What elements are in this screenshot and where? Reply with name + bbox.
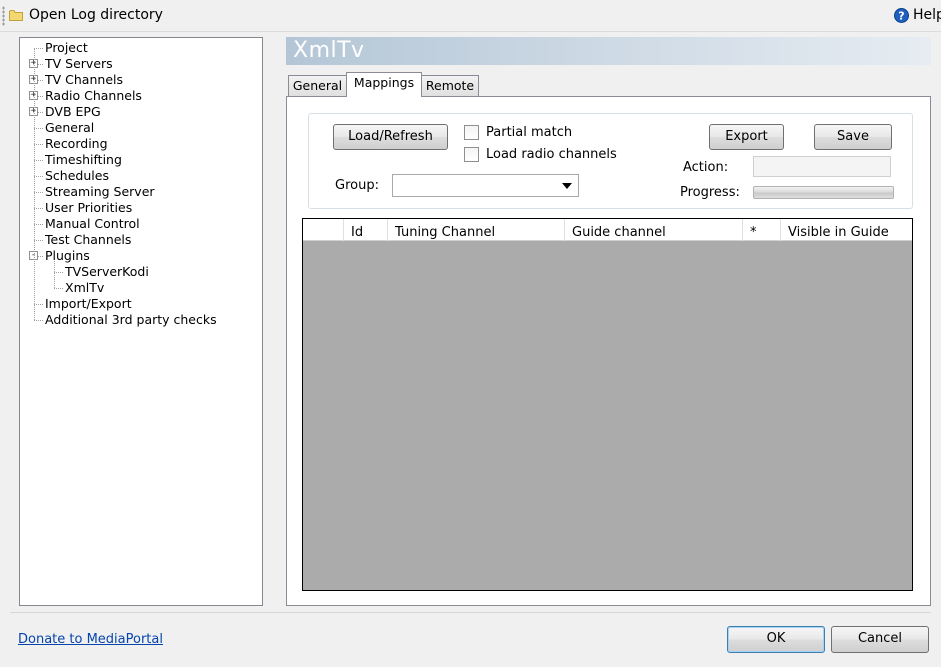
tree-connector (34, 144, 43, 145)
tree-connector (34, 160, 43, 161)
action-label: Action: (683, 160, 729, 175)
progress-label: Progress: (680, 185, 740, 200)
tree-item[interactable]: DVB EPG (45, 104, 101, 120)
grid-header: Id Tuning Channel Guide channel * Visibl… (303, 219, 912, 241)
tree-item[interactable]: Plugins (45, 248, 90, 264)
toolbar-grip[interactable] (2, 6, 5, 26)
tree-item[interactable]: TVServerKodi (65, 264, 149, 280)
load-refresh-button[interactable]: Load/Refresh (333, 124, 448, 150)
mappings-grid[interactable]: Id Tuning Channel Guide channel * Visibl… (302, 218, 913, 591)
folder-icon[interactable] (9, 9, 23, 21)
tree-connector (34, 128, 43, 129)
tree-connector (34, 208, 43, 209)
help-button[interactable]: Help (913, 7, 941, 23)
tree-item[interactable]: Project (45, 40, 88, 56)
action-field (753, 156, 891, 177)
export-button[interactable]: Export (709, 124, 784, 150)
column-header-tuning-channel[interactable]: Tuning Channel (388, 219, 565, 241)
tab-remote[interactable]: Remote (421, 75, 479, 97)
footer-divider (10, 612, 931, 613)
cancel-button[interactable]: Cancel (831, 626, 929, 653)
tree-item[interactable]: Additional 3rd party checks (45, 312, 217, 328)
partial-match-checkbox[interactable] (464, 125, 479, 140)
column-header-guide-channel[interactable]: Guide channel (565, 219, 743, 241)
tree-item[interactable]: TV Servers (45, 56, 113, 72)
tab-general[interactable]: General (288, 75, 347, 97)
tree-connector (34, 224, 43, 225)
group-label: Group: (335, 178, 379, 193)
tree-connector (34, 48, 43, 49)
load-radio-channels-checkbox[interactable] (464, 147, 479, 162)
tree-item[interactable]: Recording (45, 136, 108, 152)
tree-connector (54, 272, 63, 273)
tree-item[interactable]: Import/Export (45, 296, 132, 312)
tree-connector (54, 288, 63, 289)
tree-item[interactable]: User Priorities (45, 200, 132, 216)
tree-item[interactable]: TV Channels (45, 72, 123, 88)
tree-item[interactable]: Manual Control (45, 216, 140, 232)
tree-connector (34, 304, 43, 305)
svg-text:?: ? (898, 10, 904, 23)
tab-mappings[interactable]: Mappings (346, 72, 422, 97)
tree-item[interactable]: Radio Channels (45, 88, 142, 104)
column-header-visible-in-guide[interactable]: Visible in Guide (781, 219, 912, 241)
partial-match-label[interactable]: Partial match (486, 125, 572, 140)
tree-connector (34, 320, 43, 321)
tree-branch (54, 261, 55, 288)
settings-tree[interactable]: Project + TV Servers + TV Channels + Radio Cha… (19, 37, 263, 606)
tree-item[interactable]: Streaming Server (45, 184, 155, 200)
grid-row-header-column[interactable] (303, 219, 344, 241)
tree-item[interactable]: Schedules (45, 168, 109, 184)
tree-trunk (34, 48, 35, 320)
column-header-star[interactable]: * (743, 219, 781, 241)
plugin-header (286, 37, 931, 65)
progress-bar (753, 186, 894, 199)
tree-item[interactable]: Test Channels (45, 232, 131, 248)
save-button[interactable]: Save (814, 124, 892, 150)
group-dropdown[interactable] (392, 174, 579, 197)
tree-connector (34, 240, 43, 241)
tree-item[interactable]: Timeshifting (45, 152, 122, 168)
chevron-down-icon[interactable] (562, 183, 572, 189)
help-icon[interactable]: ? (894, 8, 909, 23)
tree-item[interactable]: General (45, 120, 94, 136)
tree-item[interactable]: XmlTv (65, 280, 104, 296)
ok-button[interactable]: OK (727, 626, 825, 653)
donate-link[interactable]: Donate to MediaPortal (18, 632, 163, 647)
column-header-id[interactable]: Id (344, 219, 388, 241)
tree-connector (34, 192, 43, 193)
tree-connector (34, 176, 43, 177)
open-log-directory-button[interactable]: Open Log directory (29, 7, 163, 23)
plugin-title: XmlTv (293, 38, 365, 63)
load-radio-channels-label[interactable]: Load radio channels (486, 147, 617, 162)
